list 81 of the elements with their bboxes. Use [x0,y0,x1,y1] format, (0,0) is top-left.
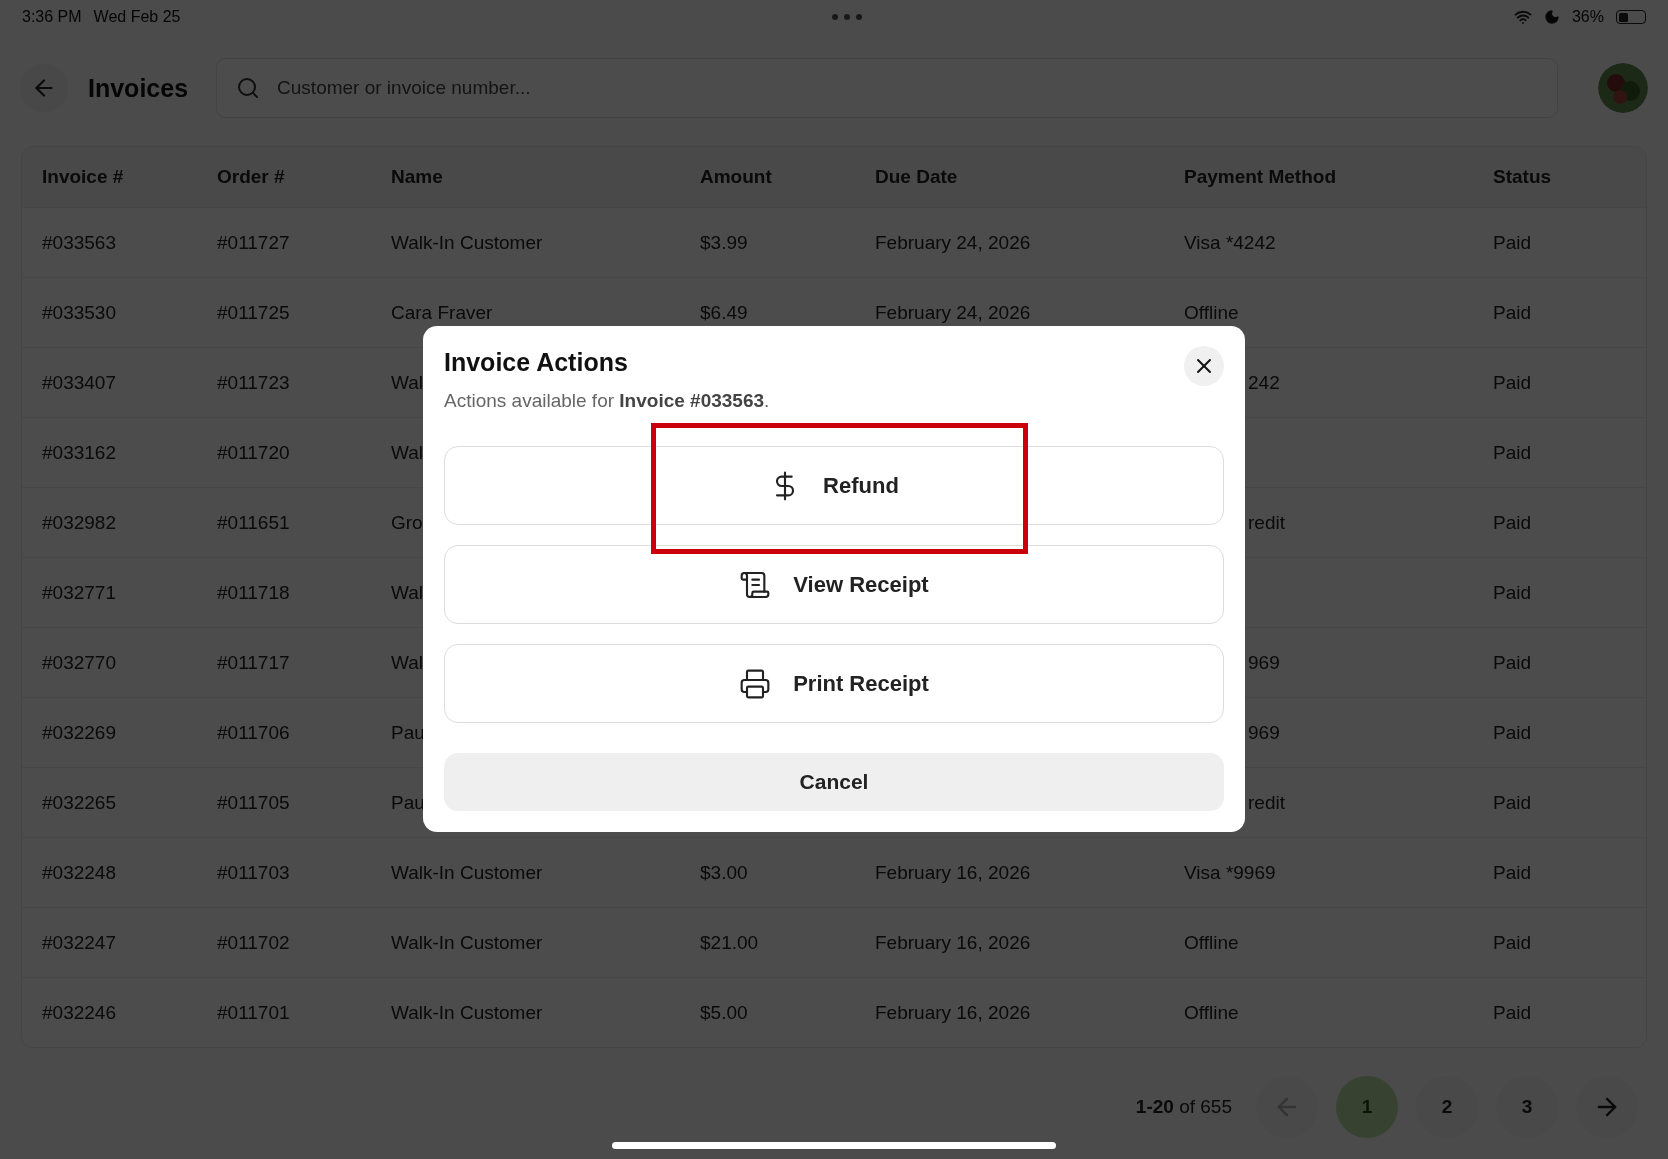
table-cell: Offline [1184,931,1239,954]
table-cell: Gro [391,511,423,534]
table-cell: $5.00 [700,1001,748,1024]
table-cell: #033530 [42,301,116,324]
status-date: Wed Feb 25 [93,8,181,26]
table-cell: Pau [391,721,425,744]
table-cell: Pau [391,791,425,814]
table-cell: Wal [391,581,424,604]
table-cell: Paid [1493,721,1532,744]
table-cell: February 16, 2026 [875,931,1031,954]
table-cell: #032248 [42,861,116,884]
table-cell: #033407 [42,371,116,394]
dialog-title: Invoice Actions [444,348,628,377]
table-cell: #011703 [217,861,290,884]
cancel-button[interactable]: Cancel [444,753,1224,811]
table-cell: #032247 [42,931,116,954]
table-cell: redit [1248,791,1285,814]
table-cell: Paid [1493,371,1532,394]
table-cell: $21.00 [700,931,759,954]
printer-icon [739,667,772,700]
table-cell: $3.00 [700,861,748,884]
table-cell: February 24, 2026 [875,301,1031,324]
table-cell: Wal [391,651,424,674]
table-cell: #032770 [42,651,116,674]
table-cell: #032771 [42,581,116,604]
table-cell: #033162 [42,441,116,464]
table-cell: Paid [1493,1001,1532,1024]
table-cell: #011706 [217,721,290,744]
table-cell: #011701 [217,1001,290,1024]
table-cell: #011718 [217,581,290,604]
table-cell: Walk-In Customer [391,861,543,884]
table-cell: Offline [1184,1001,1239,1024]
table-cell: #011705 [217,791,290,814]
table-cell: #032265 [42,791,116,814]
table-cell: #011727 [217,231,290,254]
table-cell: #011725 [217,301,290,324]
table-cell: February 16, 2026 [875,861,1031,884]
table-cell: Visa *9969 [1184,861,1276,884]
table-cell: #011720 [217,441,290,464]
table-cell: #032269 [42,721,116,744]
table-cell: #011651 [217,511,290,534]
table-cell: Paid [1493,231,1532,254]
table-cell: February 24, 2026 [875,231,1031,254]
table-cell: Paid [1493,581,1532,604]
table-cell: Wal [391,441,424,464]
table-cell: Visa *4242 [1184,231,1276,254]
table-cell: #011717 [217,651,290,674]
table-cell: #011723 [217,371,290,394]
action-button[interactable]: Print Receipt [444,644,1224,723]
table-cell: Paid [1493,441,1532,464]
page-range: 1-20 of 655 [1135,1096,1232,1118]
status-time: 3:36 PM [22,8,82,26]
table-cell: $6.49 [700,301,748,324]
table-cell: 242 [1248,371,1280,394]
action-button[interactable]: Refund [444,446,1224,525]
column-header[interactable]: Payment Method [1184,166,1337,188]
table-cell: Walk-In Customer [391,1001,543,1024]
dialog-description: Actions available for Invoice #033563. [444,390,771,412]
table-cell: February 16, 2026 [875,1001,1031,1024]
table-cell: Cara Fraver [391,301,493,324]
table-cell: #032246 [42,1001,116,1024]
table-cell: Paid [1493,861,1532,884]
table-cell: Offline [1184,301,1239,324]
battery-percent: 36% [1571,8,1604,26]
table-cell: Paid [1493,651,1532,674]
table-cell: 969 [1248,721,1280,744]
table-cell: 969 [1248,651,1280,674]
table-cell: Walk-In Customer [391,931,543,954]
table-cell: Paid [1493,301,1532,324]
page-title: Invoices [88,73,189,103]
table-cell: $3.99 [700,231,748,254]
table-cell: Wal [391,371,424,394]
table-cell: Paid [1493,511,1532,534]
table-cell: redit [1248,511,1285,534]
close-button[interactable] [1184,346,1224,386]
table-cell: Paid [1493,791,1532,814]
table-cell: #033563 [42,231,116,254]
table-cell: Walk-In Customer [391,231,543,254]
table-cell: Paid [1493,931,1532,954]
table-cell: #032982 [42,511,116,534]
table-cell: #011702 [217,931,290,954]
